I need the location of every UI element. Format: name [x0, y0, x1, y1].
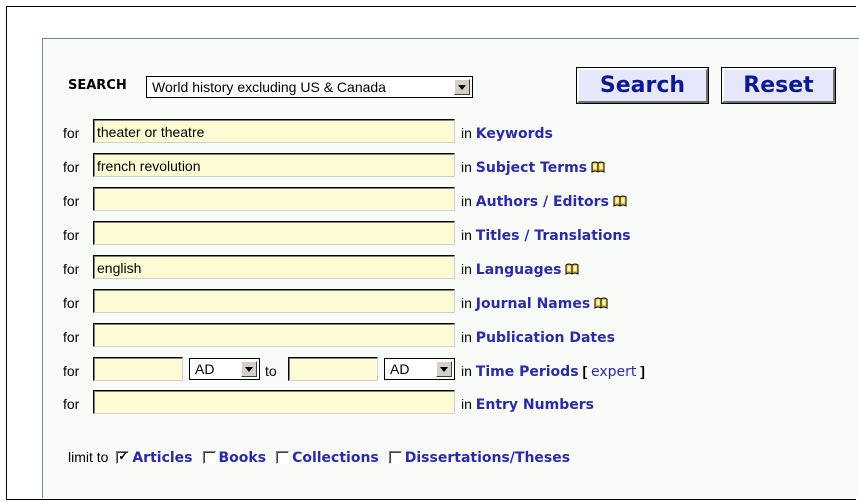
- bracket-close: ]: [640, 363, 645, 379]
- field-label: in Titles / Translations: [461, 227, 631, 244]
- for-label: for: [63, 193, 80, 209]
- titles-translations-input[interactable]: [93, 221, 455, 245]
- authors-editors-input[interactable]: [93, 187, 455, 211]
- entry-numbers-link[interactable]: Entry Numbers: [476, 397, 594, 413]
- field-label: in Keywords: [461, 125, 553, 142]
- in-prefix: in: [461, 329, 472, 345]
- in-prefix: in: [461, 396, 472, 412]
- for-label: for: [63, 125, 80, 141]
- in-prefix: in: [461, 363, 472, 379]
- field-label: in Languages: [461, 261, 579, 278]
- database-select-value: World history excluding US & Canada: [152, 79, 386, 95]
- for-label: for: [63, 396, 80, 412]
- to-era-value: AD: [390, 361, 410, 377]
- dissertations-theses-label[interactable]: Dissertations/Theses: [405, 450, 570, 466]
- chevron-down-icon[interactable]: [436, 361, 452, 377]
- for-label: for: [63, 227, 80, 243]
- collections-checkbox[interactable]: [276, 451, 290, 464]
- open-book-icon[interactable]: [613, 194, 627, 208]
- in-prefix: in: [461, 159, 472, 175]
- books-label[interactable]: Books: [219, 450, 267, 466]
- keywords-link[interactable]: Keywords: [476, 126, 553, 142]
- entry-numbers-input[interactable]: [93, 390, 455, 414]
- time-period-to-input[interactable]: [288, 357, 378, 381]
- for-label: for: [63, 295, 80, 311]
- dissertations-theses-checkbox[interactable]: [388, 451, 402, 464]
- database-select[interactable]: World history excluding US & Canada: [146, 76, 473, 98]
- in-prefix: in: [461, 295, 472, 311]
- time-period-from-input[interactable]: [93, 357, 183, 381]
- to-label: to: [265, 363, 277, 379]
- authors-editors-link[interactable]: Authors / Editors: [476, 194, 609, 210]
- search-label: SEARCH: [68, 78, 127, 93]
- publication-dates-input[interactable]: [93, 323, 455, 347]
- articles-label[interactable]: Articles: [132, 450, 192, 466]
- limit-row: limit to Articles Books Collections Dissert…: [68, 449, 576, 466]
- time-periods-field-label: in Time Periods [ expert ]: [461, 363, 645, 380]
- search-button[interactable]: Search: [577, 68, 708, 103]
- from-era-value: AD: [195, 361, 215, 377]
- articles-checkbox[interactable]: [116, 449, 130, 464]
- open-book-icon[interactable]: [565, 262, 579, 276]
- field-label: in Journal Names: [461, 295, 608, 312]
- field-label: in Authors / Editors: [461, 193, 627, 210]
- bracket-open: [: [582, 363, 588, 379]
- languages-link[interactable]: Languages: [476, 262, 562, 278]
- time-periods-link[interactable]: Time Periods: [476, 364, 579, 380]
- titles-translations-link[interactable]: Titles / Translations: [476, 228, 631, 244]
- for-label: for: [63, 329, 80, 345]
- chevron-down-icon[interactable]: [241, 361, 257, 377]
- for-label: for: [63, 159, 80, 175]
- chevron-down-icon[interactable]: [454, 79, 470, 95]
- for-label: for: [63, 363, 80, 379]
- time-period-from-era-select[interactable]: AD: [189, 358, 260, 380]
- entry-numbers-field-label: in Entry Numbers: [461, 396, 594, 413]
- limit-label: limit to: [68, 449, 109, 465]
- in-prefix: in: [461, 193, 472, 209]
- in-prefix: in: [461, 261, 472, 277]
- keywords-input[interactable]: theater or theatre: [93, 119, 455, 143]
- open-book-icon[interactable]: [594, 296, 608, 310]
- collections-label[interactable]: Collections: [292, 450, 379, 466]
- reset-button[interactable]: Reset: [722, 68, 835, 103]
- in-prefix: in: [461, 227, 472, 243]
- expert-link[interactable]: expert: [591, 364, 636, 380]
- open-book-icon[interactable]: [591, 160, 605, 174]
- journal-names-input[interactable]: [93, 289, 455, 313]
- subject-terms-input[interactable]: french revolution: [93, 153, 455, 177]
- field-label: in Subject Terms: [461, 159, 605, 176]
- journal-names-link[interactable]: Journal Names: [476, 296, 590, 312]
- languages-input[interactable]: english: [93, 255, 455, 279]
- in-prefix: in: [461, 125, 472, 141]
- subject-terms-link[interactable]: Subject Terms: [476, 160, 587, 176]
- books-checkbox[interactable]: [202, 451, 216, 464]
- field-label: in Publication Dates: [461, 329, 615, 346]
- for-label: for: [63, 261, 80, 277]
- publication-dates-link[interactable]: Publication Dates: [476, 330, 615, 346]
- time-period-to-era-select[interactable]: AD: [384, 358, 455, 380]
